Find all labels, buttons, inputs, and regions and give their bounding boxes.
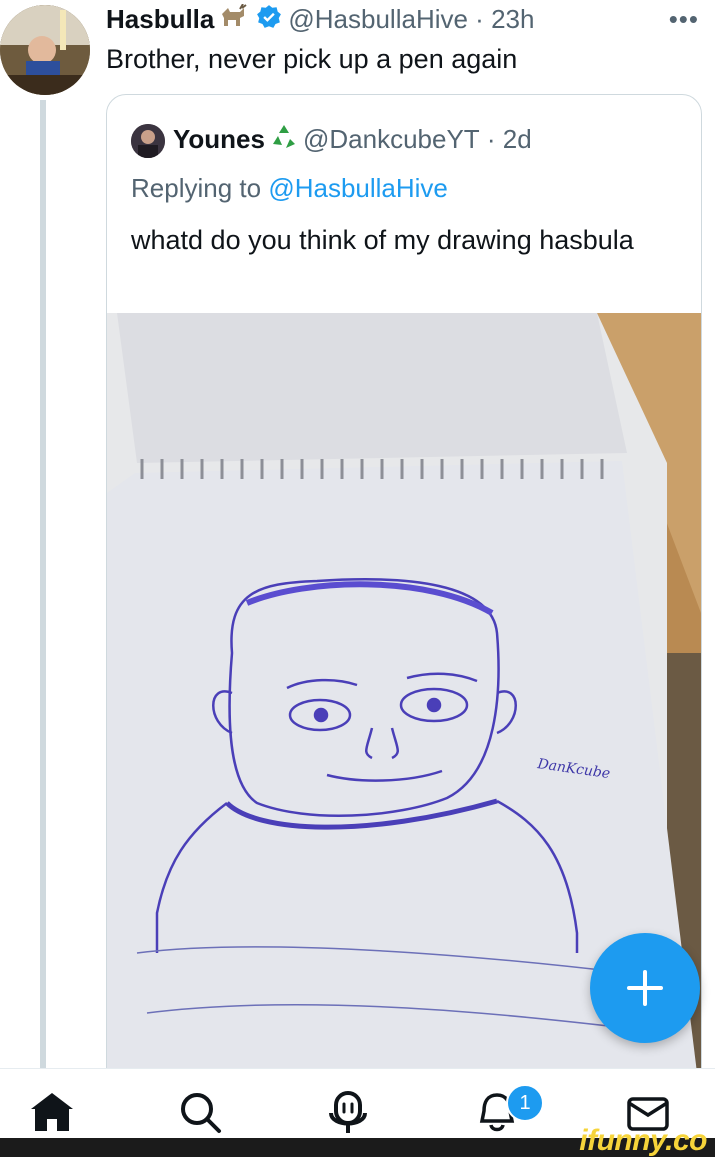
quoted-separator-dot: · (479, 124, 503, 154)
tweet-header: Hasbulla @HasbullaHive · 23h (106, 2, 534, 38)
notifications-badge: 1 (506, 1084, 544, 1122)
home-icon (31, 1093, 73, 1131)
tweet-text: Brother, never pick up a pen again (106, 44, 518, 74)
replying-prefix: Replying to (131, 173, 269, 203)
quoted-author-name[interactable]: Younes (173, 124, 265, 154)
quoted-tweet-time[interactable]: 2d (503, 124, 532, 154)
compose-tweet-button[interactable] (590, 933, 700, 1043)
separator-dot: · (467, 4, 492, 34)
author-avatar[interactable] (0, 5, 90, 95)
tab-search[interactable] (175, 1087, 225, 1137)
avatar-image (0, 5, 90, 95)
thread-line (40, 100, 46, 1068)
spaces-icon (329, 1091, 367, 1133)
verified-badge-icon (256, 4, 282, 38)
quoted-tweet-text: whatd do you think of my drawing hasbula (131, 225, 634, 255)
replying-to: Replying to @HasbullaHive (131, 173, 448, 204)
author-name[interactable]: Hasbulla (106, 4, 214, 34)
tweet-time[interactable]: 23h (491, 4, 534, 34)
goat-emoji-icon (218, 3, 248, 38)
tab-spaces[interactable] (323, 1087, 373, 1137)
recycle-emoji-icon (269, 122, 299, 161)
quoted-author-handle[interactable]: @DankcubeYT (303, 124, 480, 154)
author-handle[interactable]: @HasbullaHive (288, 4, 468, 34)
ifunny-watermark: ifunny.co (579, 1124, 707, 1157)
quoted-tweet-header: Younes @DankcubeYT · 2d (131, 121, 532, 161)
search-icon (181, 1093, 221, 1133)
quoted-author-avatar[interactable] (131, 124, 165, 159)
tab-home[interactable] (27, 1087, 77, 1137)
plus-icon (627, 970, 663, 1006)
more-options-icon[interactable]: ••• (669, 4, 699, 35)
replying-mention-link[interactable]: @HasbullaHive (268, 173, 448, 203)
